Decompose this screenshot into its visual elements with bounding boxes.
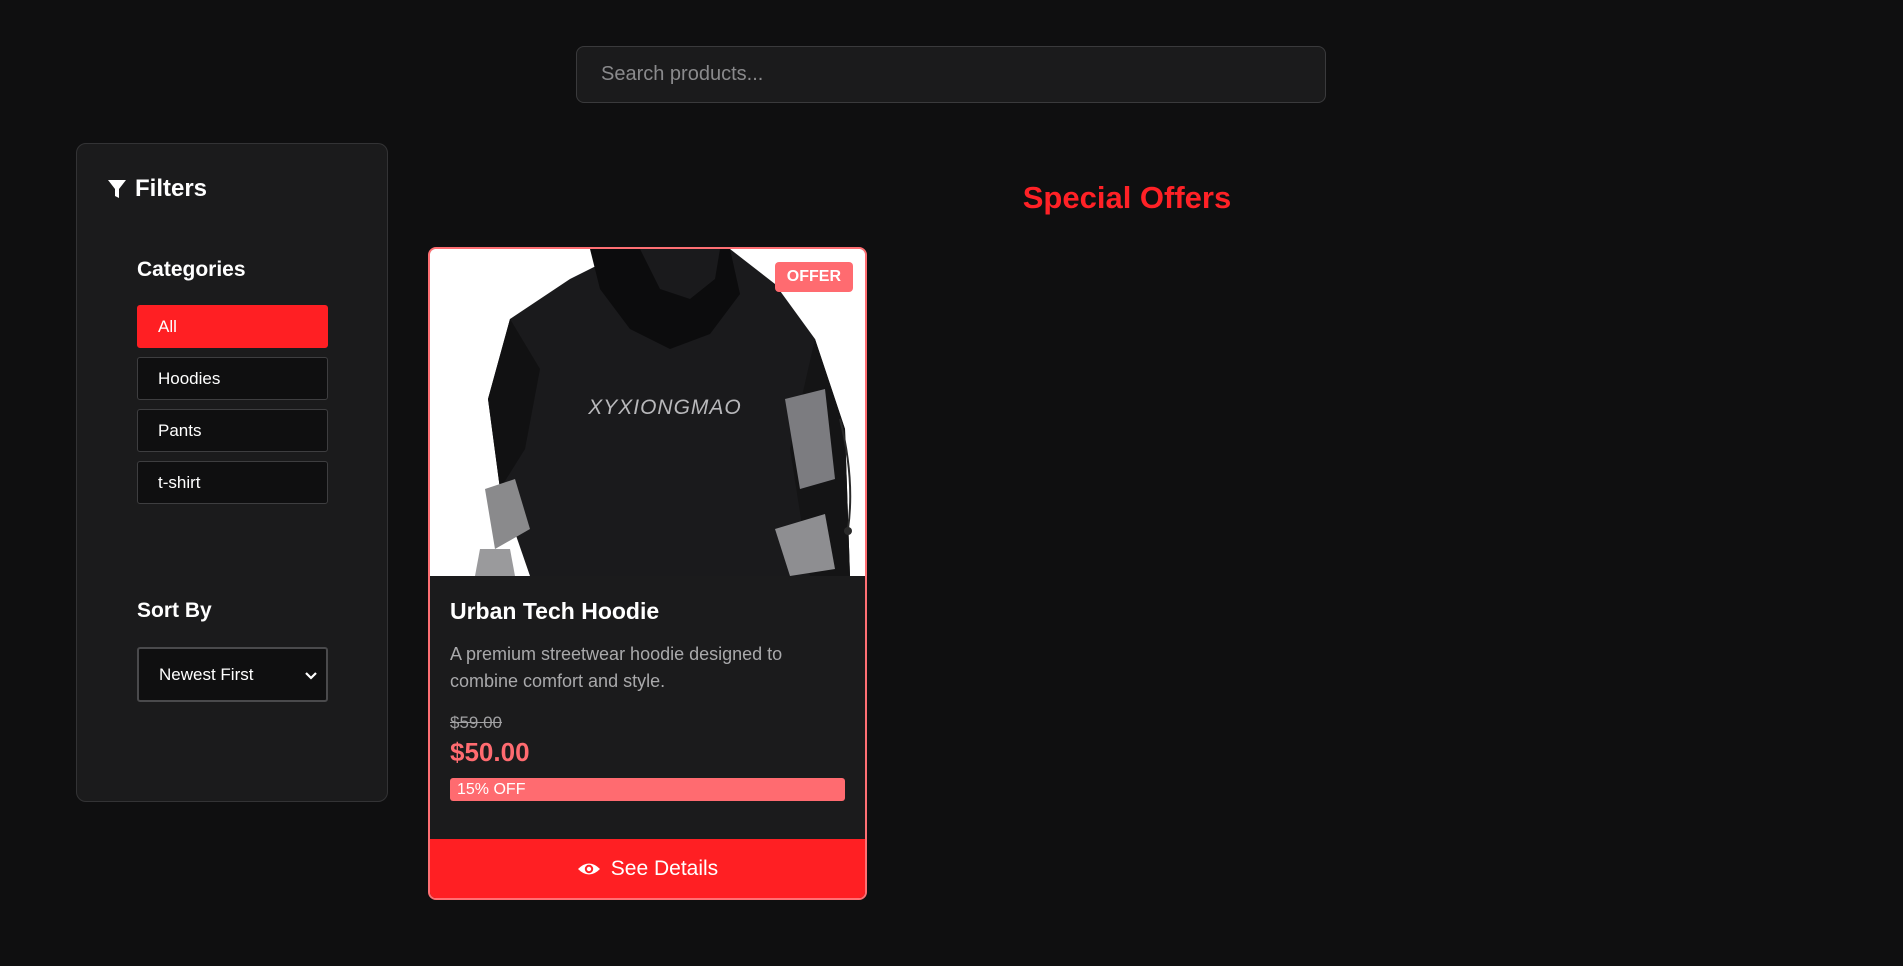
filter-icon [108, 180, 126, 198]
category-all-button[interactable]: All [137, 305, 328, 348]
product-description: A premium streetwear hoodie designed to … [450, 644, 783, 691]
product-image[interactable]: XYXIONGMAO OFFER [430, 249, 865, 576]
filters-title: Filters [135, 175, 208, 202]
eye-icon [577, 863, 600, 874]
category-hoodies-button[interactable]: Hoodies [137, 357, 328, 400]
chevron-down-icon [305, 671, 317, 680]
hoodie-illustration: XYXIONGMAO [430, 249, 865, 576]
filters-panel: Filters Categories All Hoodies Pants t-s… [76, 143, 388, 802]
original-price: $59.00 [450, 713, 502, 732]
product-card[interactable]: XYXIONGMAO OFFER Urban Tech Hoodie A pre… [428, 247, 867, 900]
page: Filters Categories All Hoodies Pants t-s… [0, 0, 1903, 966]
sort-select[interactable]: Newest First [137, 647, 328, 702]
category-tshirt-button[interactable]: t-shirt [137, 461, 328, 504]
category-pants-button[interactable]: Pants [137, 409, 328, 452]
filters-heading: Filters [107, 175, 207, 203]
categories-label: Categories [137, 258, 246, 281]
sort-selected-value: Newest First [159, 664, 254, 684]
see-details-label: See Details [610, 856, 719, 880]
product-title: Urban Tech Hoodie [450, 598, 660, 624]
sale-price: $50.00 [450, 737, 530, 767]
offer-badge: OFFER [774, 262, 853, 292]
search-bar [576, 46, 1326, 103]
sort-label: Sort By [137, 599, 212, 622]
see-details-button[interactable]: See Details [430, 839, 865, 898]
product-info: Urban Tech Hoodie A premium streetwear h… [450, 576, 845, 801]
discount-badge: 15% OFF [450, 778, 845, 801]
section-title: Special Offers [1022, 180, 1232, 215]
hoodie-print-text: XYXIONGMAO [587, 396, 742, 419]
search-input[interactable] [577, 47, 1325, 102]
category-list: All Hoodies Pants t-shirt [137, 305, 328, 513]
